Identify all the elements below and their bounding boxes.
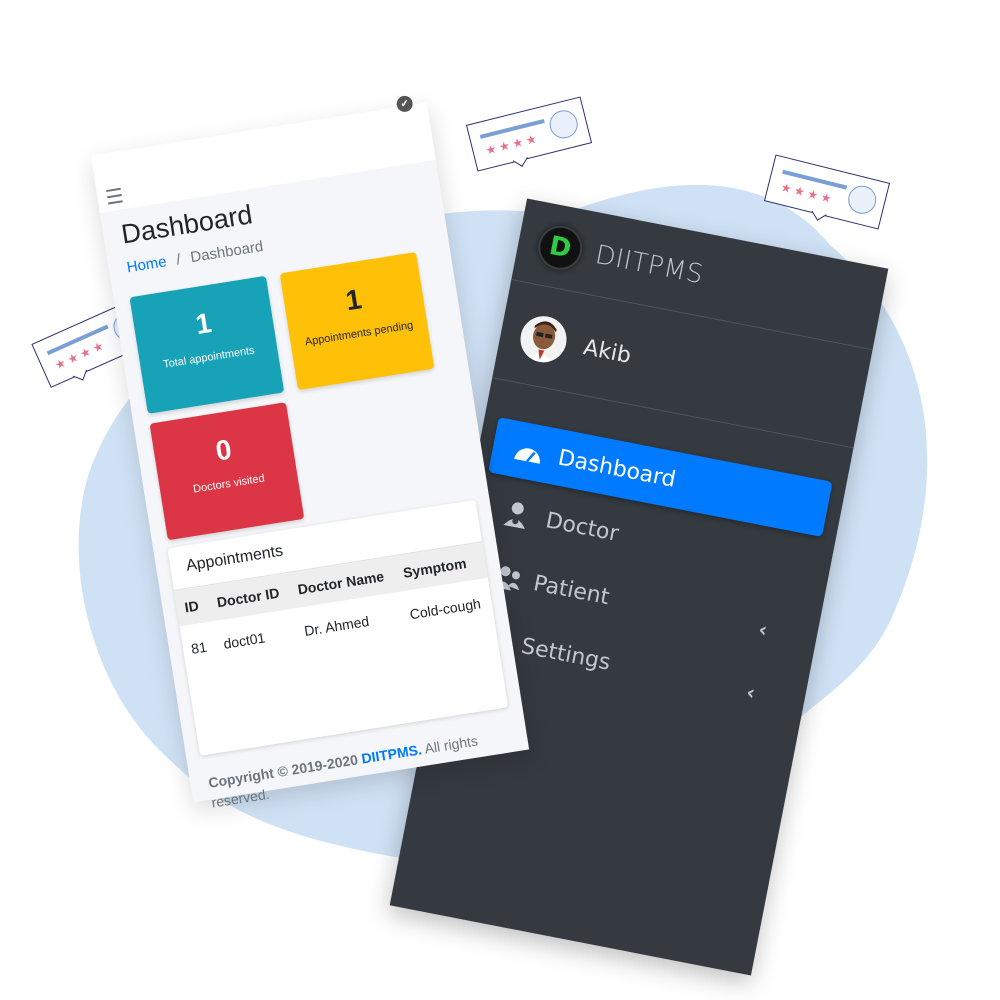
- chevron-left-icon: ‹: [756, 616, 770, 643]
- user-icon: [845, 182, 880, 217]
- brand-link[interactable]: D DIITPMS: [534, 221, 707, 297]
- hamburger-menu-icon[interactable]: ☰: [104, 183, 126, 210]
- stat-box-doctors-visited[interactable]: 0 Doctors visited: [149, 402, 305, 541]
- breadcrumb-current: Dashboard: [189, 237, 265, 267]
- sidebar-item-label: Doctor: [543, 507, 621, 547]
- avatar: [516, 312, 571, 367]
- sidebar-item-label: Dashboard: [555, 444, 678, 493]
- stat-box-appointments-pending[interactable]: 1 Appointments pending: [279, 251, 435, 391]
- brand-logo: D: [534, 221, 587, 274]
- appointments-card: Appointments ID Doctor ID Doctor Name Sy…: [167, 499, 509, 756]
- column-header: ID: [173, 585, 212, 627]
- user-name: Akib: [581, 334, 634, 369]
- user-md-icon: [496, 497, 537, 531]
- footer-copyright: Copyright © 2019-2020: [207, 751, 359, 791]
- tachometer-icon: [508, 434, 549, 468]
- chevron-left-icon: ‹: [744, 679, 758, 705]
- sidebar-item-label: Settings: [519, 633, 613, 676]
- breadcrumb-home-link[interactable]: Home: [126, 253, 168, 276]
- stat-value: 0: [213, 433, 234, 467]
- footer-brand-link[interactable]: DIITPMS.: [360, 741, 422, 766]
- brand-name: DIITPMS: [592, 239, 706, 291]
- user-icon: [546, 107, 581, 142]
- stat-value: 1: [343, 283, 364, 317]
- sidebar-item-label: Patient: [531, 570, 612, 610]
- breadcrumb-separator: /: [175, 250, 182, 269]
- stat-box-total-appointments[interactable]: 1 Total appointments: [129, 275, 285, 414]
- user-panel[interactable]: Akib: [516, 312, 636, 379]
- stat-value: 1: [193, 307, 214, 341]
